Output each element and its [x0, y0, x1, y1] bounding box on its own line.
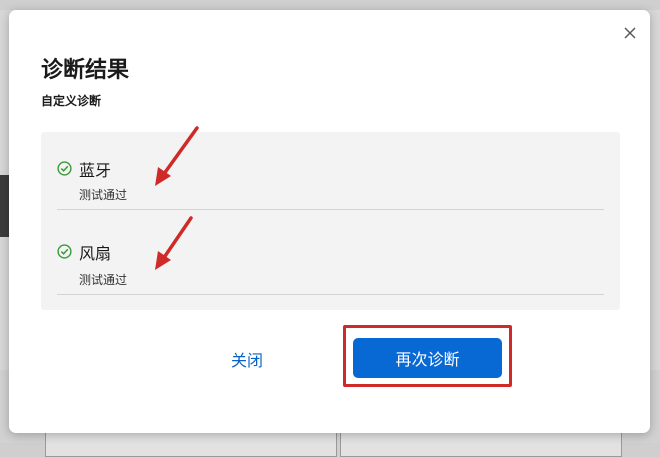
result-item-fan: 风扇 测试通过: [57, 210, 604, 295]
diagnosis-result-dialog: 诊断结果 自定义诊断 蓝牙 测试通过 风扇 测试通过 关闭 再次诊断: [9, 10, 650, 433]
result-status: 测试通过: [79, 273, 128, 287]
close-dialog-button[interactable]: [621, 24, 639, 42]
result-name: 风扇: [79, 244, 112, 263]
results-panel: 蓝牙 测试通过 风扇 测试通过: [41, 132, 620, 310]
rediagnose-button[interactable]: 再次诊断: [353, 338, 502, 378]
result-item-bluetooth: 蓝牙 测试通过: [57, 132, 604, 210]
result-status: 测试通过: [79, 188, 128, 202]
dialog-subtitle: 自定义诊断: [41, 94, 102, 108]
close-button[interactable]: 关闭: [231, 347, 263, 371]
result-name: 蓝牙: [79, 161, 112, 180]
close-icon: [624, 27, 636, 39]
check-circle-icon: [57, 161, 72, 176]
background-topbar: [0, 0, 660, 10]
dialog-title: 诊断结果: [41, 58, 130, 83]
check-circle-icon: [57, 244, 72, 259]
